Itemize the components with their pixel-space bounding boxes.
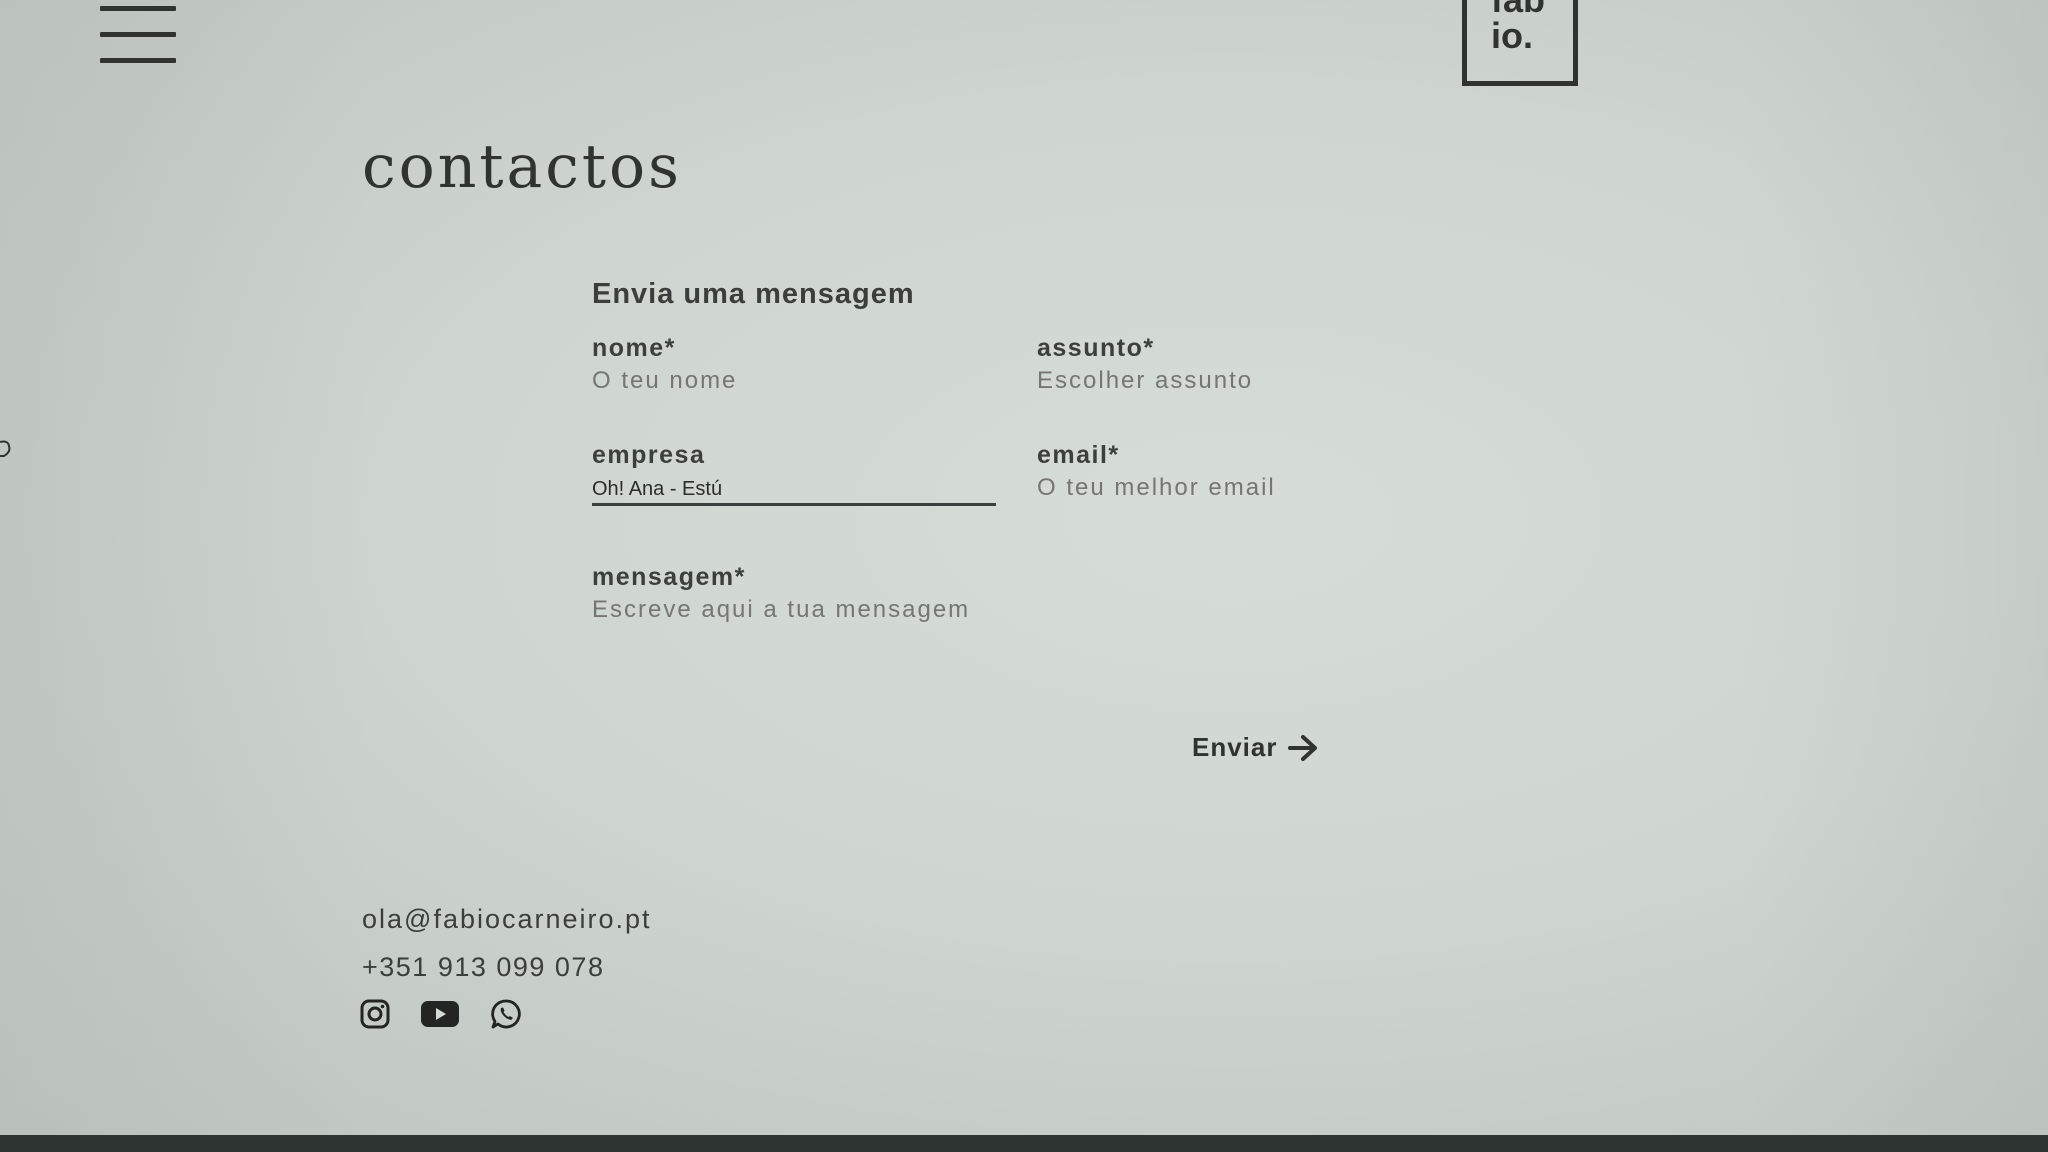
whatsapp-icon[interactable]	[490, 998, 522, 1035]
nome-input[interactable]	[592, 367, 996, 395]
contact-email-link[interactable]: ola@fabiocarneiro.pt	[362, 904, 652, 935]
empresa-label: empresa	[592, 441, 706, 469]
mensagem-textarea[interactable]	[592, 596, 1152, 624]
arrow-right-icon	[1287, 734, 1317, 761]
form-heading: Envia uma mensagem	[592, 278, 915, 310]
email-label: email*	[1037, 441, 1120, 469]
hamburger-menu-icon[interactable]	[100, 6, 178, 64]
contact-phone-link[interactable]: +351 913 099 078	[362, 952, 604, 983]
assunto-field: assunto*	[1037, 334, 1441, 395]
assunto-label: assunto*	[1037, 334, 1155, 362]
logo-line-2: io.	[1491, 15, 1533, 56]
hand-cursor-icon	[0, 440, 11, 457]
nome-field: nome*	[592, 334, 996, 395]
social-links	[360, 998, 522, 1035]
send-button[interactable]: Enviar	[1192, 732, 1318, 763]
mensagem-field: mensagem*	[592, 563, 1152, 624]
mensagem-label: mensagem*	[592, 563, 746, 591]
email-input[interactable]	[1037, 474, 1441, 502]
instagram-icon[interactable]	[360, 999, 390, 1034]
email-field: email*	[1037, 441, 1441, 502]
empresa-input[interactable]	[592, 478, 996, 506]
youtube-icon[interactable]	[420, 999, 460, 1034]
monitor-bezel	[0, 1135, 2048, 1152]
nome-label: nome*	[592, 334, 676, 362]
assunto-select[interactable]	[1037, 367, 1441, 395]
site-logo[interactable]: fab io.	[1462, 0, 1578, 86]
send-button-label: Enviar	[1192, 732, 1278, 762]
page-title: contactos	[362, 132, 682, 202]
empresa-field: empresa	[592, 441, 996, 506]
